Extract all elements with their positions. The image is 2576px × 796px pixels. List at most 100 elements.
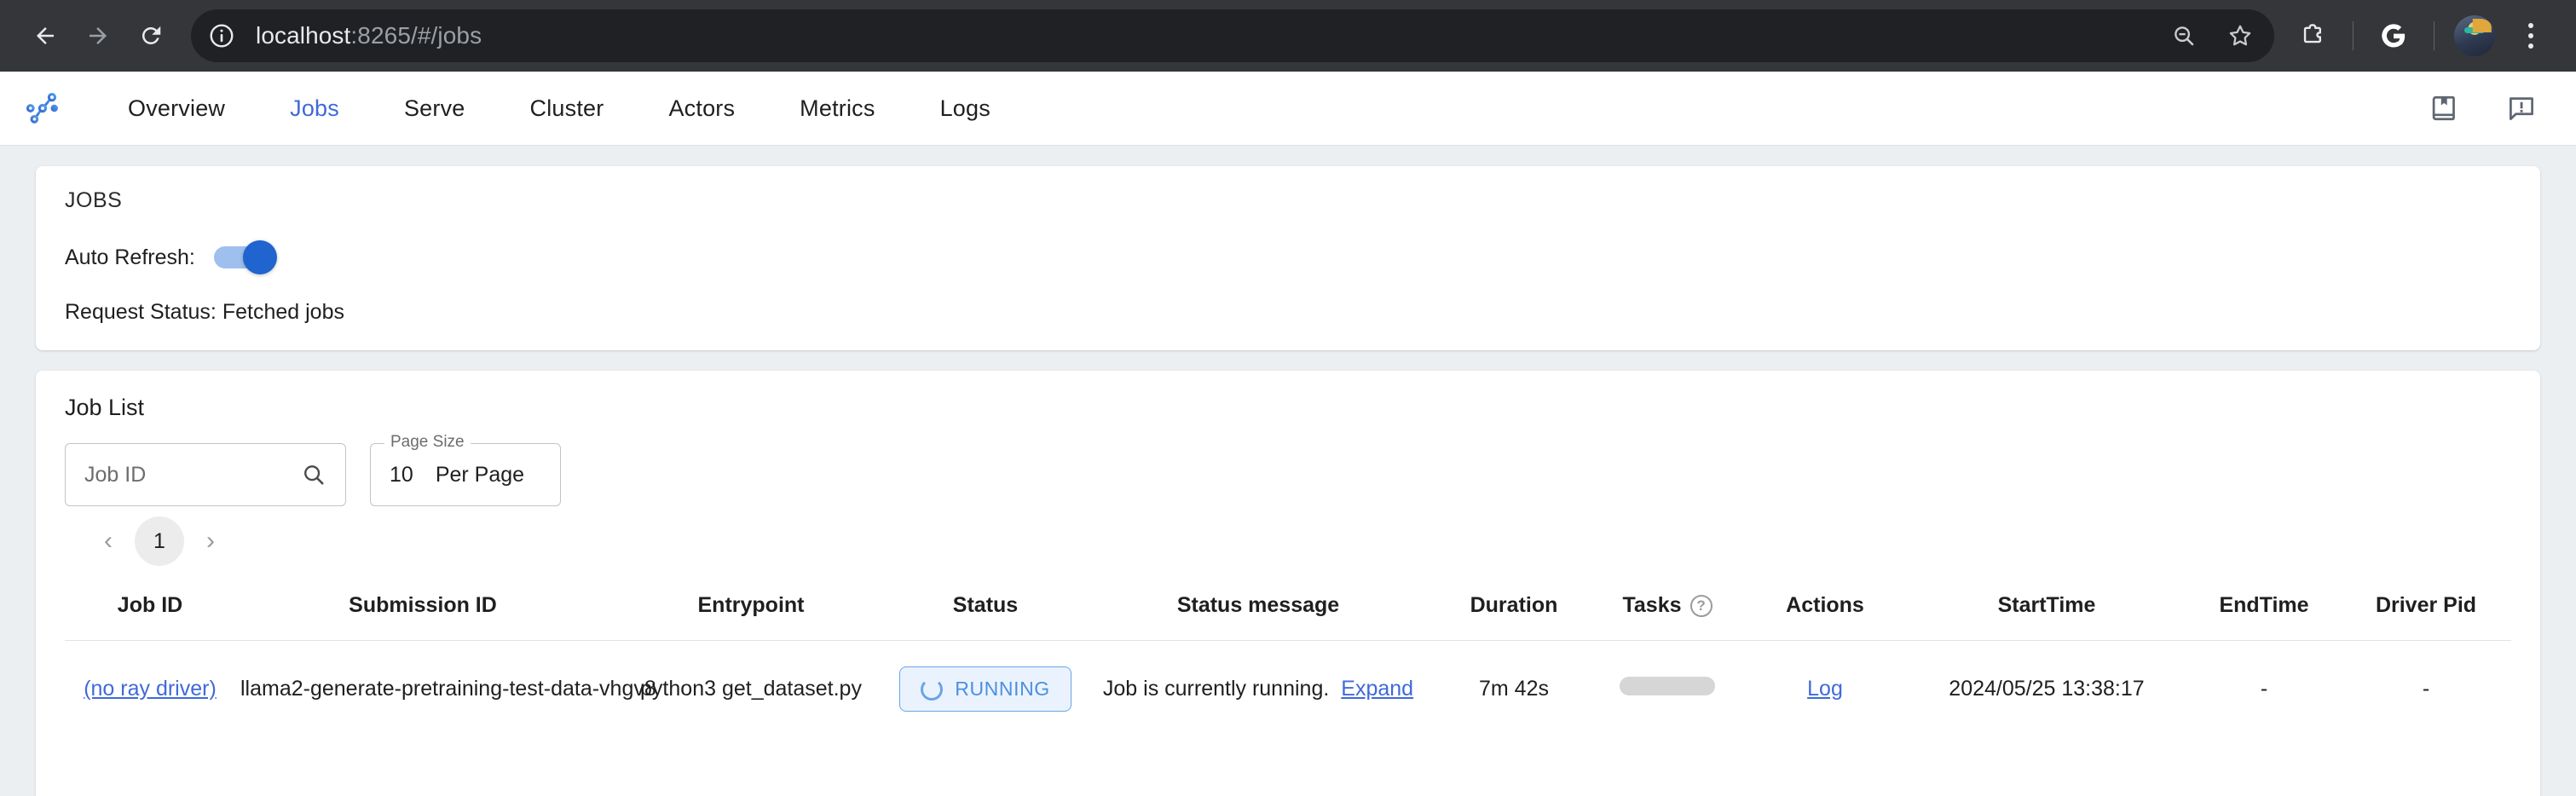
browser-right-actions <box>2274 9 2557 62</box>
cell-tasks <box>1591 641 1744 738</box>
zoom-out-icon <box>2171 23 2197 49</box>
column-header-status-message[interactable]: Status message <box>1079 585 1437 641</box>
pagination-prev-button[interactable]: ‹ <box>84 516 133 566</box>
job-list-card: Job List Job ID Page Size 10 Per Page ‹ … <box>36 371 2540 796</box>
back-button[interactable] <box>19 9 72 62</box>
cell-status: RUNNING <box>892 641 1079 738</box>
column-header-actions[interactable]: Actions <box>1744 585 1906 641</box>
bookmark-button[interactable] <box>2215 10 2266 61</box>
page-size-value[interactable]: 10 <box>390 463 413 487</box>
nav-tab-metrics[interactable]: Metrics <box>767 95 907 122</box>
search-input-placeholder: Job ID <box>84 463 146 487</box>
profile-button[interactable] <box>2448 9 2501 62</box>
auto-refresh-label: Auto Refresh: <box>65 245 195 270</box>
google-g-icon <box>2379 21 2408 50</box>
extensions-puzzle-icon <box>2299 22 2326 49</box>
feedback-button[interactable] <box>2504 91 2538 125</box>
zoom-out-button[interactable] <box>2158 10 2209 61</box>
cell-driver-pid: - <box>2341 641 2511 738</box>
jobs-table: Job ID Submission ID Entrypoint Status S… <box>65 585 2511 737</box>
jobs-table-body: (no ray driver) llama2-generate-pretrain… <box>65 641 2511 738</box>
profile-avatar <box>2454 15 2495 56</box>
nav-tabs: Overview Jobs Serve Cluster Actors Metri… <box>95 95 1023 122</box>
cell-submission-id: llama2-generate-pretraining-test-data-vh… <box>235 641 610 738</box>
page-size-input[interactable]: Page Size 10 Per Page <box>370 443 561 506</box>
jobs-summary-card: JOBS Auto Refresh: Request Status: Fetch… <box>36 166 2540 350</box>
toolbar-divider-1 <box>2353 21 2354 50</box>
column-header-tasks[interactable]: Tasks ? <box>1591 585 1744 641</box>
cell-end-time: - <box>2187 641 2341 738</box>
reload-icon <box>138 23 164 49</box>
toggle-thumb <box>243 240 277 274</box>
nav-tab-serve[interactable]: Serve <box>372 95 498 122</box>
docs-button[interactable] <box>2428 91 2462 125</box>
status-message-wrapper: Job is currently running. Expand <box>1103 677 1413 701</box>
url-path: :8265/#/jobs <box>350 22 482 49</box>
site-info-button[interactable] <box>199 14 244 58</box>
status-message-text: Job is currently running. <box>1103 677 1329 701</box>
url-host: localhost <box>256 22 350 49</box>
three-dot-menu-icon <box>2528 23 2533 49</box>
column-header-status[interactable]: Status <box>892 585 1079 641</box>
tasks-header-label: Tasks <box>1622 593 1681 618</box>
tasks-header-inner: Tasks ? <box>1622 593 1712 618</box>
log-link[interactable]: Log <box>1807 677 1843 701</box>
back-arrow-icon <box>32 23 58 49</box>
nav-tab-actors[interactable]: Actors <box>636 95 767 122</box>
omnibox-actions <box>2158 10 2274 61</box>
forward-arrow-icon <box>85 23 111 49</box>
column-header-duration[interactable]: Duration <box>1437 585 1591 641</box>
site-info-icon <box>208 22 235 49</box>
job-list-controls: Job ID Page Size 10 Per Page <box>65 443 2511 506</box>
ray-logo-icon[interactable] <box>24 89 61 127</box>
feedback-icon <box>2506 93 2537 124</box>
tasks-skeleton-bar <box>1620 677 1715 695</box>
bookmark-star-icon <box>2227 22 2254 49</box>
nav-tab-jobs[interactable]: Jobs <box>257 95 372 122</box>
auto-refresh-row: Auto Refresh: <box>65 240 2511 274</box>
google-account-button[interactable] <box>2367 9 2420 62</box>
column-header-submission-id[interactable]: Submission ID <box>235 585 610 641</box>
table-header-row: Job ID Submission ID Entrypoint Status S… <box>65 585 2511 641</box>
status-message-expand-link[interactable]: Expand <box>1341 677 1413 701</box>
column-header-start-time[interactable]: StartTime <box>1906 585 2187 641</box>
job-list-title: Job List <box>65 395 2511 421</box>
nav-tab-cluster[interactable]: Cluster <box>498 95 637 122</box>
cell-job-id: (no ray driver) <box>65 641 235 738</box>
browser-toolbar: localhost:8265/#/jobs <box>0 0 2576 72</box>
help-circle-icon[interactable]: ? <box>1690 595 1713 617</box>
request-status: Request Status: Fetched jobs <box>65 300 2511 325</box>
pagination-next-button[interactable]: › <box>186 516 235 566</box>
status-badge-label: RUNNING <box>955 678 1050 701</box>
cell-actions: Log <box>1744 641 1906 738</box>
docs-book-icon <box>2429 93 2460 124</box>
column-header-end-time[interactable]: EndTime <box>2187 585 2341 641</box>
reload-button[interactable] <box>124 9 177 62</box>
browser-menu-button[interactable] <box>2504 9 2557 62</box>
page-content: JOBS Auto Refresh: Request Status: Fetch… <box>0 146 2576 796</box>
cell-start-time: 2024/05/25 13:38:17 <box>1906 641 2187 738</box>
job-id-link[interactable]: (no ray driver) <box>84 677 217 701</box>
extensions-button[interactable] <box>2286 9 2339 62</box>
column-header-job-id[interactable]: Job ID <box>65 585 235 641</box>
cell-entrypoint: python3 get_dataset.py <box>610 641 892 738</box>
forward-button[interactable] <box>72 9 124 62</box>
nav-tab-overview[interactable]: Overview <box>95 95 257 122</box>
status-badge: RUNNING <box>899 666 1071 712</box>
column-header-entrypoint[interactable]: Entrypoint <box>610 585 892 641</box>
pagination-page-1[interactable]: 1 <box>135 516 184 566</box>
auto-refresh-toggle[interactable] <box>212 240 274 274</box>
page-title: JOBS <box>65 188 2511 213</box>
spinner-icon <box>921 678 943 701</box>
app-navbar: Overview Jobs Serve Cluster Actors Metri… <box>0 72 2576 146</box>
cell-duration: 7m 42s <box>1437 641 1591 738</box>
search-input[interactable]: Job ID <box>65 443 346 506</box>
search-icon[interactable] <box>301 462 326 487</box>
url-text: localhost:8265/#/jobs <box>256 22 482 49</box>
address-bar[interactable]: localhost:8265/#/jobs <box>191 9 2274 62</box>
column-header-driver-pid[interactable]: Driver Pid <box>2341 585 2511 641</box>
nav-right-actions <box>2428 91 2547 125</box>
nav-tab-logs[interactable]: Logs <box>908 95 1023 122</box>
page-size-suffix: Per Page <box>436 463 524 487</box>
page-size-legend: Page Size <box>384 433 471 452</box>
